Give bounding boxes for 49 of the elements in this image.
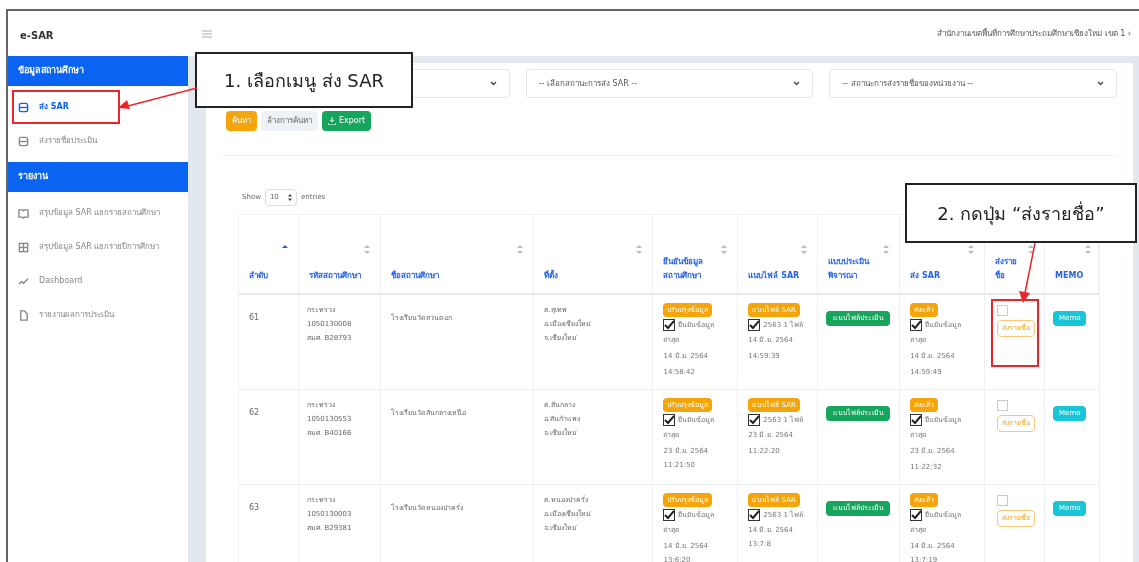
sort-icon[interactable] (1028, 244, 1034, 254)
row-number: 61 (249, 313, 260, 322)
file-icon (18, 309, 29, 321)
action-button[interactable]: ล้างการค้นหา (261, 111, 318, 131)
brand-logo[interactable]: e-SAR (20, 29, 54, 41)
chevron-down-icon (1097, 81, 1104, 86)
stepper-icon (287, 194, 292, 201)
column-header[interactable]: รหัสสถานศึกษา (298, 215, 381, 293)
column-header[interactable]: แนบไฟล์ SAR (738, 215, 819, 293)
database-icon (18, 135, 29, 147)
sidebar-item[interactable]: ส่งรายชื่อประเมิน (8, 124, 188, 158)
sidebar-item[interactable]: สรุปข้อมูล SAR แยกรายสถานศึกษา (8, 196, 188, 230)
filter-select[interactable]: -- เลือกสถานะการส่ง SAR -- (525, 69, 814, 98)
sidebar-item[interactable]: ส่ง SAR (12, 90, 120, 124)
checkbox[interactable] (748, 319, 761, 331)
row-number: 63 (249, 503, 260, 512)
chevron-down-icon (489, 81, 497, 86)
chevron-down-icon (793, 81, 801, 86)
menu-icon[interactable] (202, 29, 212, 38)
column-header[interactable]: แบบประเมินพิจารณา (818, 215, 901, 293)
column-header[interactable]: ลำดับ (239, 215, 299, 293)
row-number: 62 (249, 408, 260, 417)
checkbox[interactable] (663, 509, 676, 521)
trend-icon (18, 275, 29, 287)
grid-icon (18, 241, 29, 253)
callout-tooltip: 1. เลือกเมนู ส่ง SAR (195, 52, 413, 108)
checkbox[interactable] (748, 509, 761, 521)
breadcrumb[interactable]: สำนักงานเขตพื้นที่การศึกษาประถมศึกษาเชียงใหม่ เขต 1 › (937, 27, 1131, 40)
checkbox[interactable] (663, 319, 676, 331)
checkbox[interactable] (663, 414, 676, 426)
action-button[interactable]: Export (322, 111, 372, 131)
column-header[interactable]: ยืนยันข้อมูลสถานศึกษา (653, 215, 739, 293)
database-icon (18, 101, 29, 113)
checkbox[interactable] (748, 414, 761, 426)
checkbox[interactable] (910, 319, 923, 331)
checkbox[interactable] (910, 509, 923, 521)
callout-tooltip: 2. กดปุ่ม “ส่งรายชื่อ” (905, 183, 1137, 243)
sidebar-item[interactable]: Dashboard (8, 264, 188, 298)
sidebar-item[interactable]: รายงานผลการประเมิน (8, 298, 188, 332)
download-icon (328, 117, 336, 125)
filter-select[interactable]: -- สถานะการส่งรายชื่อของหน่วยงาน -- (829, 69, 1117, 98)
sidebar-item[interactable]: สรุปข้อมูล SAR แยกรายปีการศึกษา (8, 230, 188, 264)
checkbox[interactable] (910, 414, 923, 426)
sidebar-section-header: ข้อมูลสถานศึกษา (8, 56, 188, 86)
book-icon (18, 207, 29, 219)
action-button[interactable]: ค้นหา (226, 111, 257, 131)
column-header[interactable]: ชื่อสถานศึกษา (380, 215, 534, 293)
sidebar-section-header: รายงาน (8, 162, 188, 192)
column-header[interactable]: ที่ตั้ง (533, 215, 654, 293)
